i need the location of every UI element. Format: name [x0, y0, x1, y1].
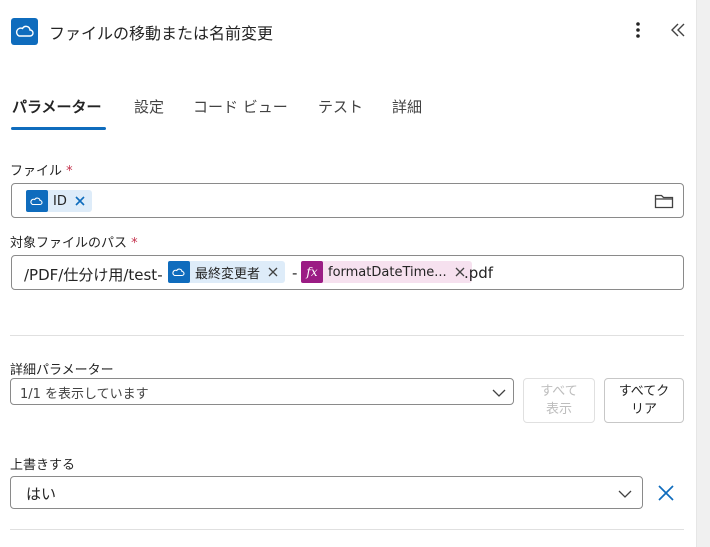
advanced-parameters-select[interactable]: 1/1 を表示しています: [10, 378, 514, 405]
divider: [10, 335, 684, 336]
id-token: ID: [26, 190, 92, 212]
function-icon: fx: [301, 261, 323, 283]
divider: [10, 529, 684, 530]
onedrive-icon: [26, 190, 48, 212]
path-label: 対象ファイルのパス *: [10, 236, 138, 251]
last-modified-by-token: 最終変更者: [168, 261, 286, 283]
tab-parameters[interactable]: パラメーター: [12, 96, 102, 117]
path-prefix: /PDF/仕分け用/test-: [24, 266, 163, 284]
onedrive-icon: [11, 18, 38, 45]
select-value: はい: [26, 485, 57, 503]
path-separator: -: [292, 264, 298, 282]
tab-code-view[interactable]: コード ビュー: [193, 96, 288, 117]
tab-test[interactable]: テスト: [318, 96, 363, 117]
chevron-down-icon: [491, 385, 507, 399]
path-field[interactable]: /PDF/仕分け用/test- 最終変更者 - fx formatDateTim…: [11, 255, 684, 290]
close-icon[interactable]: [73, 194, 87, 208]
onedrive-icon: [168, 261, 190, 283]
page-title: ファイルの移動または名前変更: [49, 24, 274, 43]
file-label: ファイル *: [10, 164, 73, 179]
token-label: 最終変更者: [195, 266, 261, 282]
overwrite-label: 上書きする: [10, 458, 76, 473]
close-icon[interactable]: [266, 265, 280, 279]
file-field[interactable]: ID: [11, 183, 684, 218]
token-label: formatDateTime...: [328, 264, 447, 280]
more-icon[interactable]: [628, 18, 648, 42]
required-mark: *: [66, 164, 73, 179]
path-suffix: .pdf: [464, 264, 494, 282]
select-value: 1/1 を表示しています: [20, 387, 149, 402]
overwrite-select[interactable]: はい: [10, 476, 643, 509]
format-datetime-token: fx formatDateTime...: [301, 261, 472, 283]
clear-all-button[interactable]: すべてク リア: [604, 378, 684, 423]
tab-settings[interactable]: 設定: [134, 96, 164, 117]
required-mark: *: [131, 236, 138, 251]
show-all-button[interactable]: すべて 表示: [523, 378, 595, 423]
advanced-parameters-label: 詳細パラメーター: [10, 363, 114, 378]
tab-details[interactable]: 詳細: [392, 96, 422, 117]
chevron-down-icon: [617, 486, 633, 500]
close-icon[interactable]: [655, 482, 677, 504]
folder-icon[interactable]: [653, 191, 675, 211]
scrollbar[interactable]: [696, 0, 710, 547]
collapse-icon[interactable]: [668, 20, 688, 40]
active-tab-indicator: [11, 127, 106, 130]
token-label: ID: [53, 193, 67, 209]
